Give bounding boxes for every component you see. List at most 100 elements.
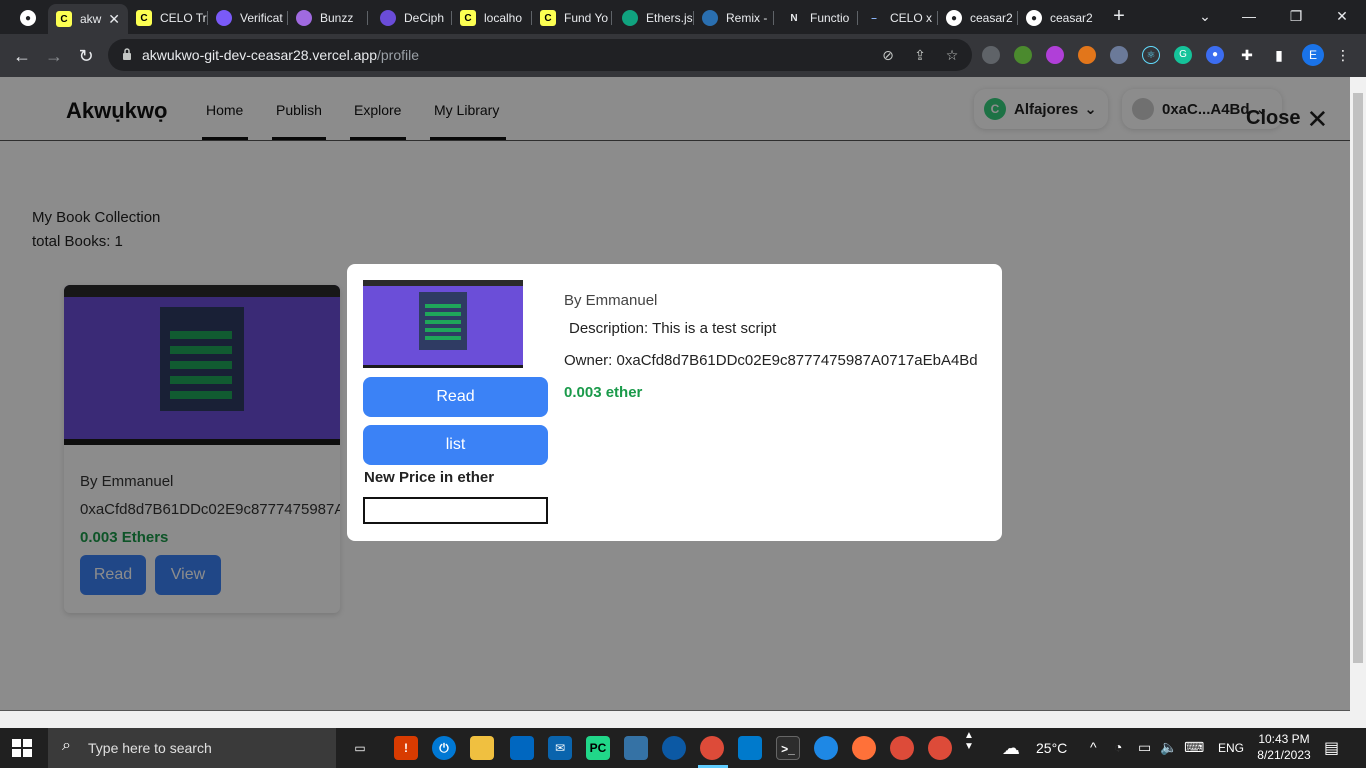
url-host: akwukwo-git-dev-ceasar28.vercel.app [142,47,377,63]
chrome-icon[interactable] [700,736,724,760]
weather-cloud-icon[interactable]: ☁ [1002,738,1020,759]
grammarly-icon[interactable]: G [1174,46,1192,64]
mail-icon[interactable]: ✉ [548,736,572,760]
chrome-profile-icon[interactable] [928,736,952,760]
tray-chevron-icon[interactable]: ^ [1090,739,1097,755]
bookmark-star-icon[interactable]: ☆ [942,45,962,65]
modal-description: Description: This is a test script [569,320,777,337]
search-icon: ⌕ [62,737,71,754]
github-icon: ● [20,10,36,26]
tab-ceasar-2[interactable]: ● ceasar2 [1018,4,1098,32]
globe-icon[interactable] [814,736,838,760]
file-explorer-icon[interactable] [470,736,494,760]
tab-search-chevron-icon[interactable]: ⌄ [1193,6,1217,26]
celo-icon: C [56,11,72,27]
python-icon[interactable] [624,736,648,760]
language-indicator[interactable]: ENG [1218,741,1244,755]
restore-icon[interactable]: ❐ [1284,6,1308,26]
notion-icon: N [790,12,798,24]
share-icon[interactable]: ⇪ [910,45,930,65]
tab-function[interactable]: N Functio [778,4,858,32]
tab-localhost[interactable]: C localho [452,4,532,32]
metamask-icon[interactable] [1078,46,1096,64]
tab-title: ceasar2 [970,11,1013,25]
reload-icon[interactable]: ↻ [73,43,99,69]
network-wifi-icon[interactable]: ◔ [1114,739,1122,755]
celo-icon: C [460,10,476,26]
tab-title: CELO Tr [160,11,207,25]
tab-fund[interactable]: C Fund Yo [532,4,612,32]
extension-icon[interactable]: ● [1206,46,1224,64]
modal-author: By Emmanuel [564,292,658,309]
modal-book-cover-image [363,280,523,368]
modal-read-button[interactable]: Read [363,377,548,417]
postman-icon[interactable] [852,736,876,760]
battery-icon[interactable]: ▭ [1138,739,1151,756]
close-label: Close [1246,107,1301,129]
tree-extension-icon[interactable] [1014,46,1032,64]
tab-ceasar-1[interactable]: ● ceasar2 [938,4,1018,32]
tab-celo-tr[interactable]: C CELO Tr [128,4,208,32]
windows-start-icon[interactable] [12,739,32,757]
modal-owner-address: Owner: 0xaCfd8d7B61DDc02E9c8777475987A07… [564,352,978,369]
power-app-icon[interactable]: ⏻ [432,736,456,760]
store-icon[interactable] [510,736,534,760]
weather-temp[interactable]: 25°C [1036,740,1067,756]
clock[interactable]: 10:43 PM 8/21/2023 [1256,732,1312,762]
tab-title: localho [484,11,523,25]
back-arrow-icon[interactable]: ← [9,43,35,69]
puzzle-extensions-icon[interactable]: ✚ [1238,46,1256,64]
profile-avatar[interactable]: E [1302,44,1324,66]
eye-slash-icon[interactable]: ⊘ [878,45,898,65]
close-modal-button[interactable]: Close ✕ [1246,106,1328,132]
scrollbar-thumb[interactable] [1353,93,1363,663]
extension-icon[interactable] [982,46,1000,64]
forward-arrow-icon[interactable]: → [41,43,67,69]
edge-icon[interactable] [662,736,686,760]
address-bar[interactable]: akwukwo-git-dev-ceasar28.vercel.app/prof… [108,39,972,71]
tab-remix[interactable]: Remix - [694,4,774,32]
openai-icon [622,10,638,26]
taskbar-search-box[interactable]: ⌕ Type here to search [48,728,336,768]
menu-dots-icon[interactable]: ⋮ [1334,46,1352,64]
terminal-icon[interactable]: >_ [776,736,800,760]
tab-title: DeCiph [404,11,445,25]
new-price-input[interactable] [363,497,548,524]
taskbar-scroll-arrows-icon[interactable]: ▲ ▼ [964,730,974,752]
list-button[interactable]: list [363,425,548,465]
chrome-profile-icon[interactable] [890,736,914,760]
tab-deciph[interactable]: DeCiph [372,4,452,32]
app-icon[interactable]: ! [394,736,418,760]
new-price-label: New Price in ether [364,469,495,486]
clock-time: 10:43 PM [1258,732,1310,746]
tab-github[interactable]: ● [12,4,46,32]
page-scrollbar[interactable] [1350,77,1366,728]
react-devtools-icon[interactable]: ⚛ [1142,46,1160,64]
github-icon: ● [1026,10,1042,26]
windows-taskbar: ⌕ Type here to search ▭ ! ⏻ ✉ PC >_ ▲ ▼ ☁… [0,728,1366,768]
tab-title: Verificat [240,11,283,25]
site-icon [380,10,396,26]
pycharm-icon[interactable]: PC [586,736,610,760]
close-tab-icon[interactable]: ✕ [108,11,120,28]
github-icon: ● [946,10,962,26]
extension-icon[interactable] [1046,46,1064,64]
tab-celo-x[interactable]: – CELO x [858,4,938,32]
page-bottom-strip [0,710,1350,728]
side-panel-icon[interactable]: ▮ [1270,46,1288,64]
notifications-icon[interactable]: ▤ [1324,738,1339,758]
volume-icon[interactable]: 🔈 [1160,739,1177,756]
vscode-icon[interactable] [738,736,762,760]
tab-bunzz[interactable]: Bunzz [288,4,368,32]
tab-akwukwo-active[interactable]: C akw ✕ [48,4,128,34]
tab-title: Ethers.js [646,11,693,25]
new-tab-icon[interactable]: + [1108,5,1130,27]
browser-tab-strip: ● C akw ✕ C CELO Tr Verificat Bunzz DeCi… [0,0,1366,34]
tab-ethers[interactable]: Ethers.js [614,4,694,32]
tab-verificat[interactable]: Verificat [208,4,288,32]
extension-icon[interactable] [1110,46,1128,64]
task-view-icon[interactable]: ▭ [348,736,372,760]
window-close-icon[interactable]: ✕ [1330,6,1354,26]
minimize-icon[interactable]: — [1237,6,1261,26]
keyboard-icon[interactable]: ⌨ [1184,739,1204,756]
